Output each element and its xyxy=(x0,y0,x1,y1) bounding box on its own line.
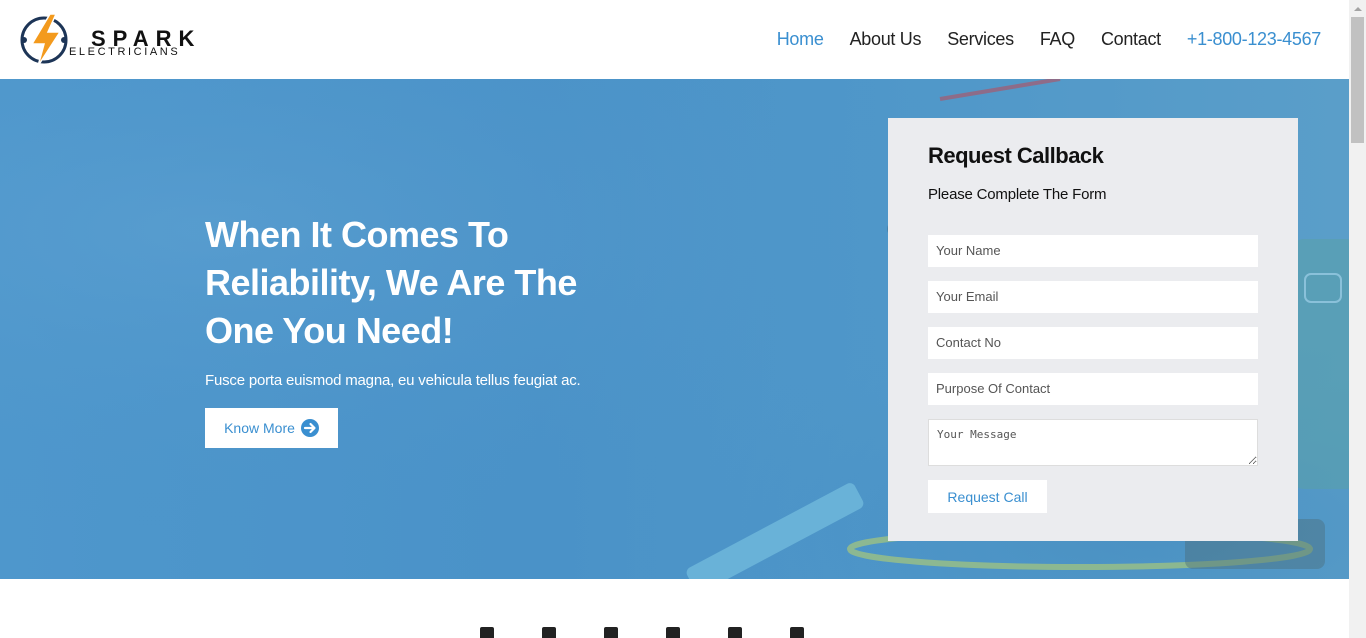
form-title: Request Callback xyxy=(928,143,1104,168)
nav-phone-link[interactable]: +1-800-123-4567 xyxy=(1187,28,1321,50)
nav-item-about-us[interactable]: About Us xyxy=(850,28,922,50)
hero-title: When It Comes To Reliability, We Are The… xyxy=(205,214,577,351)
next-section-heading-peek xyxy=(480,626,910,638)
lightning-bolt-icon xyxy=(20,13,68,67)
email-field[interactable] xyxy=(928,281,1258,313)
nav-item-faq[interactable]: FAQ xyxy=(1040,28,1075,50)
site-header: SPARK ELECTRICIANS Home About Us Service… xyxy=(0,0,1349,79)
hero-subtitle: Fusce porta euismod magna, eu vehicula t… xyxy=(205,372,581,389)
nav-item-home[interactable]: Home xyxy=(777,28,824,50)
page-scrollbar[interactable] xyxy=(1349,0,1366,638)
brand-tagline: ELECTRICIANS xyxy=(69,46,181,58)
nav-item-contact[interactable]: Contact xyxy=(1101,28,1161,50)
contact-no-field[interactable] xyxy=(928,327,1258,359)
scrollbar-thumb[interactable] xyxy=(1351,17,1364,143)
scroll-up-icon[interactable] xyxy=(1349,0,1366,17)
brand-logo[interactable]: SPARK ELECTRICIANS xyxy=(20,10,194,68)
know-more-label: Know More xyxy=(224,420,295,436)
request-callback-form: Request Callback Please Complete The For… xyxy=(888,118,1298,541)
hero-section: When It Comes To Reliability, We Are The… xyxy=(0,79,1349,579)
message-field[interactable] xyxy=(928,419,1258,466)
main-nav: Home About Us Services FAQ Contact +1-80… xyxy=(751,28,1322,50)
purpose-field[interactable] xyxy=(928,373,1258,405)
know-more-button[interactable]: Know More xyxy=(205,408,338,448)
name-field[interactable] xyxy=(928,235,1258,267)
nav-item-services[interactable]: Services xyxy=(947,28,1014,50)
arrow-right-circle-icon xyxy=(300,419,319,437)
form-subtitle: Please Complete The Form xyxy=(928,186,1107,203)
request-call-button[interactable]: Request Call xyxy=(928,480,1047,513)
